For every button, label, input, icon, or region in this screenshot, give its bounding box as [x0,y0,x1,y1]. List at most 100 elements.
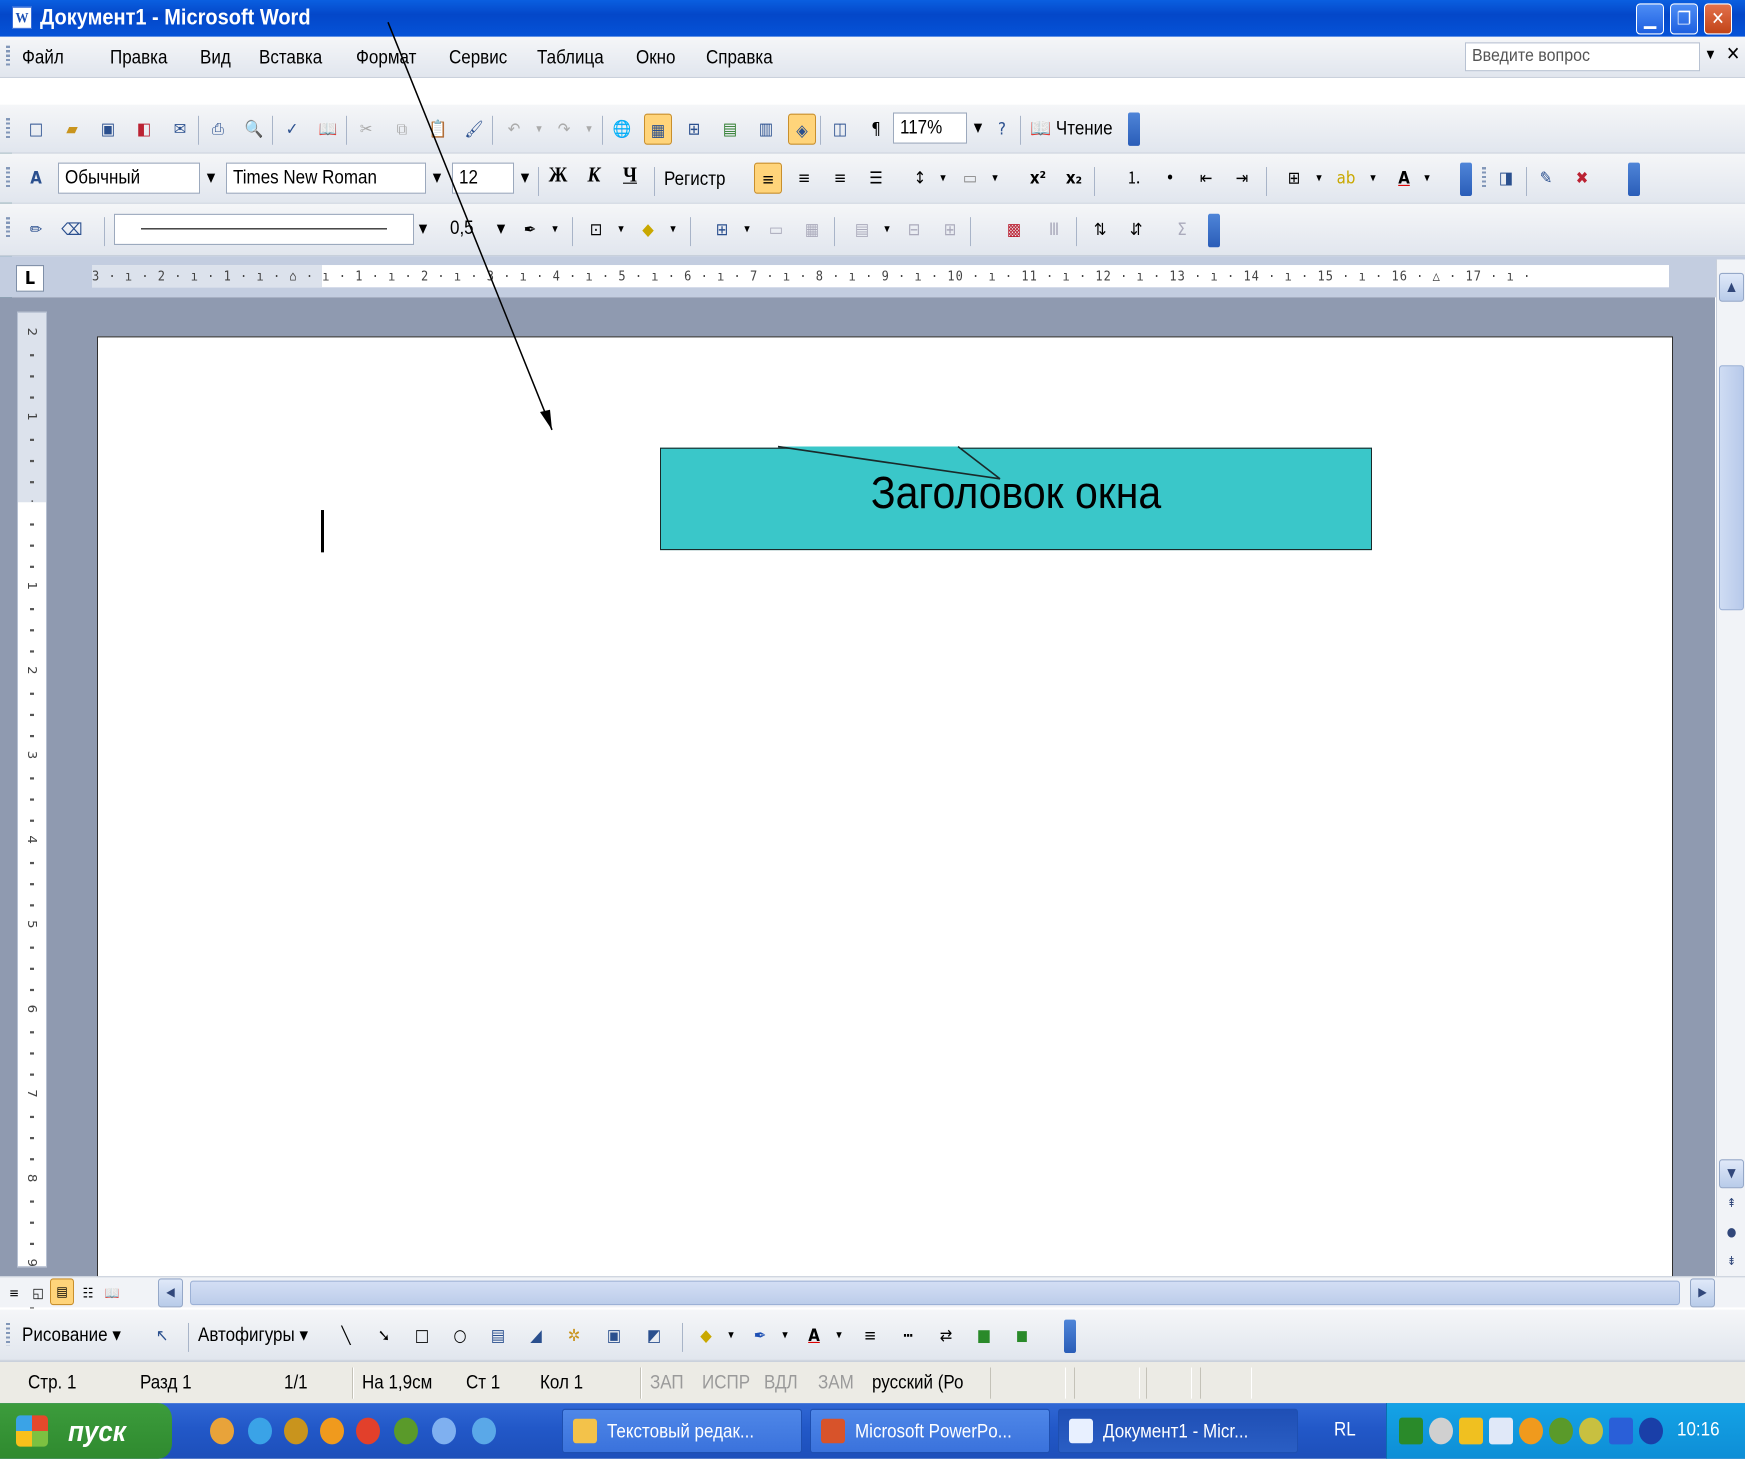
insert-table-icon[interactable]: ⊞ [708,214,736,245]
line-weight-dropdown-icon[interactable]: ▼ [492,215,510,244]
quicklaunch-icon-7[interactable] [432,1417,456,1445]
align-cell-icon[interactable]: ▤ [848,214,876,245]
status-track-changes[interactable]: ИСПР [702,1372,750,1394]
diagram-icon[interactable]: ✲ [560,1320,588,1351]
taskbar-button-text-editor[interactable]: Текстовый редак... [562,1408,802,1454]
columns-icon[interactable]: ▥ [752,114,780,145]
fill-color-icon[interactable]: ◆ [692,1320,720,1351]
toolbar-options-icon[interactable] [1460,162,1472,196]
title-bar[interactable]: W Документ1 - Microsoft Word ▁ ❐ ✕ [0,0,1745,37]
minimize-button[interactable]: ▁ [1636,3,1664,35]
sort-ascending-icon[interactable]: ⇅ [1086,214,1114,245]
styles-list-icon[interactable]: ▭ [956,163,984,194]
line-color-icon[interactable]: ✒ [746,1320,774,1351]
show-hide-pilcrow-icon[interactable]: ¶ [862,114,890,145]
styles-list-dropdown-icon[interactable]: ▾ [986,164,1004,193]
reading-view-icon[interactable]: 📖 [100,1277,124,1308]
menu-help[interactable]: Справка [706,47,773,69]
status-extend[interactable]: ВДЛ [764,1372,798,1394]
tab-selector[interactable]: L [16,265,44,292]
line-style-icon[interactable]: ≡ [856,1320,884,1351]
web-layout-icon[interactable]: ◱ [26,1277,50,1308]
font-combo[interactable]: Times New Roman [226,162,426,194]
word-app-icon[interactable]: W [12,6,32,29]
subscript-icon[interactable]: x₂ [1060,163,1088,194]
line-color-dropdown-icon[interactable]: ▾ [776,1321,794,1350]
toolbar-grip[interactable] [6,118,10,141]
save-icon[interactable]: ▣ [94,114,122,145]
tray-icon-3[interactable] [1459,1417,1483,1445]
tray-icon-9[interactable] [1639,1417,1663,1445]
eraser-icon[interactable]: ⌫ [58,214,86,245]
redo-dropdown-icon[interactable]: ▾ [580,115,598,144]
borders-dropdown-icon[interactable]: ▾ [1310,164,1328,193]
font-size-dropdown-icon[interactable]: ▼ [516,164,534,193]
oval-tool-icon[interactable]: ○ [446,1320,474,1351]
vertical-scrollbar[interactable]: ▲ ▼ ⇞ ● ⇟ [1716,259,1745,1277]
draw-table-icon[interactable]: ✏ [22,214,50,245]
print-icon[interactable]: ⎙ [204,114,232,145]
tray-icon-6[interactable] [1549,1417,1573,1445]
menu-view[interactable]: Вид [200,47,231,69]
close-button[interactable]: ✕ [1704,3,1732,35]
next-page-icon[interactable]: ⇟ [1719,1248,1744,1277]
document-map-icon[interactable]: ◫ [826,114,854,145]
tray-icon-7[interactable] [1579,1417,1603,1445]
language-indicator[interactable]: RL [1334,1419,1356,1441]
research-icon[interactable]: 📖 [314,114,342,145]
dash-style-icon[interactable]: ┅ [894,1320,922,1351]
menu-format[interactable]: Формат [356,47,416,69]
undo-dropdown-icon[interactable]: ▾ [530,115,548,144]
toolbar-options-icon[interactable] [1128,112,1140,146]
ask-question-input[interactable]: Введите вопрос [1465,42,1700,72]
highlight-dropdown-icon[interactable]: ▾ [1364,164,1382,193]
outline-view-icon[interactable]: ☷ [76,1277,100,1308]
cut-icon[interactable]: ✂ [352,114,380,145]
reviewing-pane-icon[interactable]: ◨ [1492,163,1520,194]
decrease-indent-icon[interactable]: ⇤ [1192,163,1220,194]
align-left-icon[interactable]: ≡ [754,162,782,194]
quicklaunch-icon-3[interactable] [284,1417,308,1445]
shading-color-icon[interactable]: ◆ [634,214,662,245]
split-cells-icon[interactable]: ▦ [798,214,826,245]
new-document-icon[interactable]: □ [22,114,50,145]
tray-icon-5[interactable] [1519,1417,1543,1445]
status-record[interactable]: ЗАП [650,1372,684,1394]
tray-icon-4[interactable] [1489,1417,1513,1445]
start-button[interactable]: пуск [0,1403,172,1459]
email-icon[interactable]: ✉ [166,114,194,145]
toolbar-options-icon[interactable] [1628,162,1640,196]
shading-dropdown-icon[interactable]: ▾ [664,215,682,244]
vertical-scroll-thumb[interactable] [1719,365,1744,611]
shadow-style-icon[interactable]: ■ [970,1320,998,1351]
fill-color-dropdown-icon[interactable]: ▾ [722,1321,740,1350]
border-color-dropdown-icon[interactable]: ▾ [546,215,564,244]
menu-edit[interactable]: Правка [110,47,167,69]
close-document-icon[interactable]: ✕ [1726,43,1740,65]
styles-formatting-icon[interactable]: A [22,163,50,194]
increase-indent-icon[interactable]: ⇥ [1228,163,1256,194]
status-overtype[interactable]: ЗАМ [818,1372,854,1394]
menu-file[interactable]: Файл [22,47,64,69]
redo-icon[interactable]: ↷ [550,114,578,145]
menu-tools[interactable]: Сервис [449,47,507,69]
border-color-icon[interactable]: ✒ [516,214,544,245]
normal-view-icon[interactable]: ≡ [2,1277,26,1308]
font-color-icon[interactable]: A [800,1320,828,1351]
tables-borders-icon[interactable]: ▦ [644,113,672,145]
opera-icon[interactable] [356,1417,380,1445]
justify-icon[interactable]: ☰ [862,163,890,194]
spelling-icon[interactable]: ✓ [278,114,306,145]
text-box-icon[interactable]: ▤ [484,1320,512,1351]
internet-explorer-icon[interactable] [248,1417,272,1445]
wordart-icon[interactable]: ◢ [522,1320,550,1351]
tray-icon-1[interactable] [1399,1417,1423,1445]
autosum-icon[interactable]: Σ [1168,214,1196,245]
vertical-ruler[interactable]: 2 1 · 1 2 3 4 5 6 7 8 9 [17,311,47,1330]
line-tool-icon[interactable]: ╲ [332,1320,360,1351]
underline-button[interactable]: Ч [616,164,644,195]
zoom-combo[interactable]: 117% [893,112,967,144]
drawing-icon[interactable]: ◈ [788,113,816,145]
numbering-icon[interactable]: ⒈ [1120,163,1148,194]
zoom-dropdown-icon[interactable]: ▼ [969,114,987,143]
